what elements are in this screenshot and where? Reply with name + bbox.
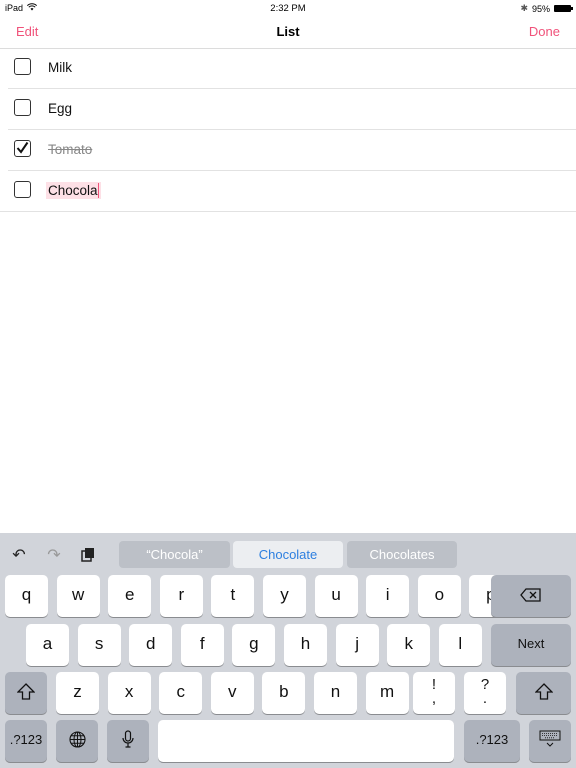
battery-percent: 95% xyxy=(531,3,550,14)
key-bottom-char: , xyxy=(431,690,437,707)
key-i[interactable]: i xyxy=(366,575,410,617)
text-caret xyxy=(97,183,100,198)
key-r[interactable]: r xyxy=(159,575,203,617)
status-bar: iPad 2:32 PM ✱ 95% xyxy=(0,0,576,16)
dismiss-keyboard-key[interactable] xyxy=(529,720,571,762)
key-l[interactable]: l xyxy=(438,624,482,666)
microphone-icon xyxy=(122,730,134,748)
list-item[interactable]: Milk xyxy=(8,48,576,89)
key-g[interactable]: g xyxy=(232,624,276,666)
bluetooth-icon: ✱ xyxy=(520,3,528,13)
done-button[interactable]: Done xyxy=(529,24,560,39)
key-c[interactable]: c xyxy=(159,672,203,714)
list-item[interactable]: Chocola xyxy=(0,171,576,212)
key-top-char: ? xyxy=(480,676,490,693)
key-bottom-char: . xyxy=(482,690,488,707)
key-h[interactable]: h xyxy=(284,624,327,666)
key-w[interactable]: w xyxy=(56,575,100,617)
shift-key-left[interactable] xyxy=(5,672,47,714)
keyboard-dismiss-icon xyxy=(539,730,561,747)
key-e[interactable]: e xyxy=(108,575,152,617)
key-top-char: ! xyxy=(431,676,437,693)
undo-icon[interactable]: ↶ xyxy=(10,547,28,565)
key-o[interactable]: o xyxy=(417,575,461,617)
item-text: Egg xyxy=(48,101,73,116)
key-d[interactable]: d xyxy=(129,624,173,666)
suggestion-literal[interactable]: “Chocola” xyxy=(119,541,230,568)
shift-icon xyxy=(533,683,554,700)
checkbox[interactable] xyxy=(14,99,31,116)
redo-icon[interactable]: ↷ xyxy=(45,547,63,565)
suggestion-primary[interactable]: Chocolate xyxy=(233,541,343,568)
key-s[interactable]: s xyxy=(77,624,121,666)
checkbox-checked[interactable] xyxy=(14,140,31,157)
key-v[interactable]: v xyxy=(210,672,254,714)
key-y[interactable]: y xyxy=(263,575,306,617)
list-item[interactable]: Tomato xyxy=(8,130,576,171)
shift-icon xyxy=(16,683,36,700)
todo-list: Milk Egg Tomato Chocola xyxy=(0,48,576,212)
next-key[interactable]: Next xyxy=(491,624,571,666)
checkbox[interactable] xyxy=(14,58,31,75)
key-a[interactable]: a xyxy=(26,624,69,666)
paste-icon[interactable] xyxy=(79,547,97,565)
suggestion-alternate[interactable]: Chocolates xyxy=(347,541,457,568)
key-n[interactable]: n xyxy=(314,672,357,714)
checkmark-icon xyxy=(16,141,29,154)
key-u[interactable]: u xyxy=(314,575,358,617)
backspace-key[interactable] xyxy=(491,575,571,617)
list-item[interactable]: Egg xyxy=(8,89,576,130)
item-text: Tomato xyxy=(48,142,93,157)
keyboard: ↶ ↷ “Chocola” Chocolate Chocolates qwert… xyxy=(0,533,576,768)
numbers-key-left[interactable]: .?123 xyxy=(5,720,47,762)
checkbox[interactable] xyxy=(14,181,31,198)
backspace-icon xyxy=(520,588,541,602)
item-text-value: Chocola xyxy=(48,183,98,198)
shift-key-right[interactable] xyxy=(516,672,571,714)
dictation-key[interactable] xyxy=(107,720,149,762)
space-key[interactable] xyxy=(158,720,454,762)
globe-key[interactable] xyxy=(56,720,98,762)
item-text: Milk xyxy=(48,60,72,75)
key-q[interactable]: q xyxy=(5,575,48,617)
status-time: 2:32 PM xyxy=(270,3,306,14)
battery-icon xyxy=(554,5,573,12)
key-j[interactable]: j xyxy=(335,624,379,666)
key-b[interactable]: b xyxy=(262,672,306,714)
key-m[interactable]: m xyxy=(365,672,409,714)
numbers-key-right[interactable]: .?123 xyxy=(464,720,520,762)
globe-icon xyxy=(68,731,86,748)
navigation-bar: Edit List Done xyxy=(0,16,576,49)
key-z[interactable]: z xyxy=(56,672,99,714)
key-x[interactable]: x xyxy=(107,672,151,714)
page-title: List xyxy=(276,24,300,39)
key-t[interactable]: t xyxy=(211,575,255,617)
key-f[interactable]: f xyxy=(180,624,224,666)
key-question-period[interactable]: ?. xyxy=(464,672,506,714)
key-exclaim-comma[interactable]: !, xyxy=(413,672,455,714)
item-text-input[interactable]: Chocola xyxy=(46,182,102,199)
key-k[interactable]: k xyxy=(387,624,431,666)
